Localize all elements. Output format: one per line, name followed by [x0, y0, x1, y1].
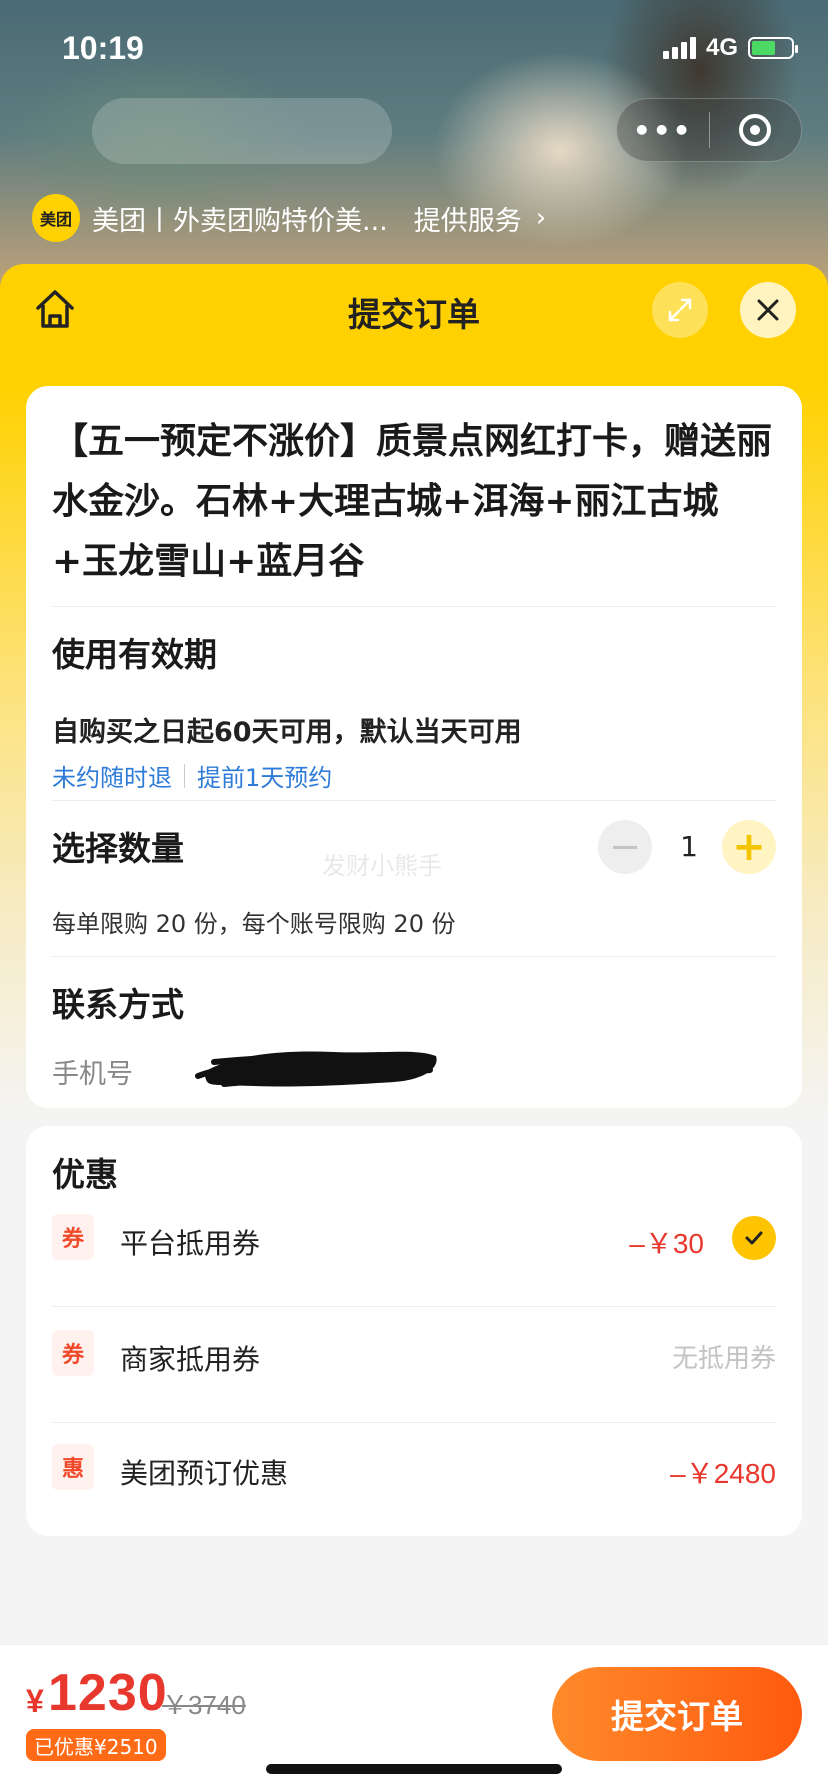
chevron-right-icon: › [535, 203, 547, 233]
battery-icon [748, 37, 798, 59]
contact-title: 联系方式 [52, 985, 184, 1024]
home-indicator [266, 1764, 562, 1774]
target-icon [739, 114, 772, 146]
validity-text: 自购买之日起60天可用，默认当天可用 [52, 717, 522, 748]
tag-divider [184, 763, 185, 788]
watermark-text: 发财小熊手 [322, 852, 442, 880]
exit-miniprogram-button[interactable] [710, 114, 802, 146]
promo-row-platform-coupon[interactable]: 券 平台抵用券 –￥30 [52, 1210, 776, 1270]
discount-badge: 惠 [52, 1444, 94, 1490]
minus-icon [613, 845, 637, 849]
quantity-decrease-button[interactable] [598, 820, 652, 874]
merchant-service-row[interactable]: 美团 美团丨外卖团购特价美... 提供服务 › [32, 194, 546, 242]
order-sheet: 提交订单 【五一预定不涨价】质景点网红打卡，赠送丽水金沙。石林+大理古城+洱海+… [0, 264, 828, 1792]
total-price: 1230 [48, 1664, 168, 1722]
original-price: ￥3740 [162, 1690, 246, 1720]
expand-icon [668, 298, 692, 322]
status-icons: 4G [662, 34, 798, 62]
meituan-logo: 美团 [32, 194, 80, 242]
promo-status-value: 无抵用券 [671, 1344, 776, 1374]
promotions-card: 优惠 券 平台抵用券 –￥30 券 商家抵用券 无抵用券 惠 美团预订优惠 –￥… [26, 1126, 802, 1536]
network-type: 4G [705, 34, 738, 61]
promo-row-merchant-coupon[interactable]: 券 商家抵用券 无抵用券 [52, 1326, 776, 1386]
close-button[interactable] [740, 282, 796, 338]
validity-title: 使用有效期 [52, 635, 217, 674]
promotions-title: 优惠 [52, 1155, 118, 1194]
close-icon [757, 299, 779, 321]
product-title: 【五一预定不涨价】质景点网红打卡，赠送丽水金沙。石林+大理古城+洱海+丽江古城+… [52, 421, 773, 582]
divider [52, 800, 776, 801]
more-menu-icon[interactable]: ••• [617, 114, 709, 147]
miniprogram-capsule: ••• [616, 98, 802, 162]
refund-tag: 未约随时退 [52, 764, 172, 792]
savings-badge: 已优惠¥2510 [26, 1729, 166, 1761]
purchase-limit-text: 每单限购 20 份，每个账号限购 20 份 [52, 910, 456, 938]
checkmark-icon[interactable] [732, 1216, 776, 1260]
status-time: 10:19 [62, 30, 144, 66]
validity-tags: 未约随时退 提前1天预约 [52, 758, 332, 793]
coupon-badge: 券 [52, 1214, 94, 1260]
order-detail-card: 【五一预定不涨价】质景点网红打卡，赠送丽水金沙。石林+大理古城+洱海+丽江古城+… [26, 386, 802, 1108]
promo-label: 平台抵用券 [120, 1227, 261, 1260]
promo-discount-value: –￥30 [629, 1228, 704, 1259]
coupon-badge: 券 [52, 1330, 94, 1376]
phone-label: 手机号 [52, 1059, 133, 1090]
reservation-tag: 提前1天预约 [197, 764, 333, 792]
submit-order-button[interactable]: 提交订单 [552, 1667, 802, 1761]
sheet-header: 提交订单 [0, 264, 828, 354]
blurred-search-pill [92, 98, 392, 164]
service-provider-label: 提供服务 [413, 205, 522, 237]
currency-symbol: ¥ [26, 1683, 44, 1719]
redacted-phone-scribble [195, 1051, 437, 1087]
quantity-value: 1 [680, 830, 698, 863]
promo-discount-value: –￥2480 [670, 1458, 776, 1489]
divider [52, 1422, 776, 1423]
promo-label: 美团预订优惠 [120, 1457, 289, 1490]
quantity-increase-button[interactable]: + [722, 820, 776, 874]
expand-button[interactable] [652, 282, 708, 338]
quantity-title: 选择数量 [52, 829, 184, 868]
divider [52, 1306, 776, 1307]
merchant-name: 美团丨外卖团购特价美... [92, 205, 388, 237]
promo-label: 商家抵用券 [120, 1343, 261, 1376]
divider [52, 606, 776, 607]
divider [52, 956, 776, 957]
signal-icon [662, 37, 696, 59]
promo-row-booking-discount[interactable]: 惠 美团预订优惠 –￥2480 [52, 1440, 776, 1500]
